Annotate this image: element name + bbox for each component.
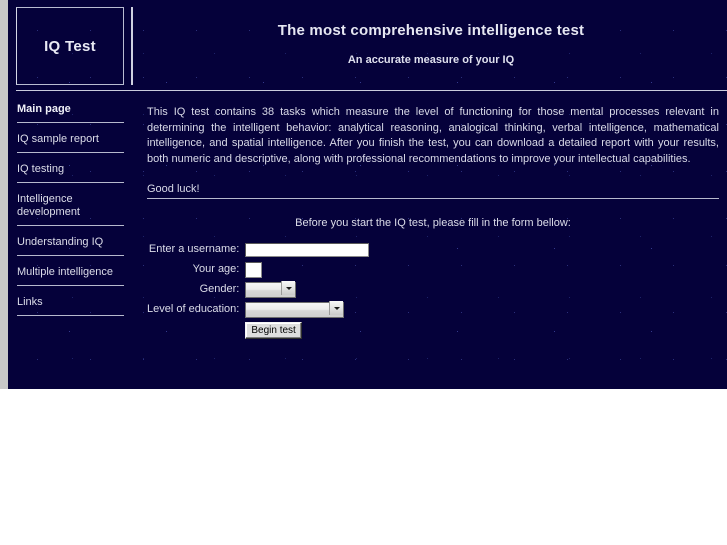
site-logo[interactable]: IQ Test [16,7,124,85]
submit-cell: Begin test [245,319,369,339]
form-row-age: Your age: [147,259,369,279]
sidebar-item-label: Intelligence development [17,193,80,218]
username-input[interactable] [245,243,370,257]
form-fields-table: Enter a username: Your age: Gender: Leve… [147,239,370,339]
sidebar-item-iq-sample-report[interactable]: IQ sample report [8,130,132,152]
page-subtitle: An accurate measure of your IQ [347,54,515,66]
gender-select-wrap [245,280,297,298]
sidebar-item-label: Multiple intelligence [17,266,113,278]
sidebar-divider [17,225,124,226]
sidebar-item-label: Main page [17,103,71,115]
gender-field-cell [245,279,369,299]
sidebar-item-multiple-intelligence[interactable]: Multiple intelligence [8,263,132,285]
main-content: This IQ test contains 38 tasks which mea… [147,105,719,198]
header-divider [131,7,133,85]
sidebar-item-label: IQ testing [17,163,65,175]
content-divider-rule [147,198,719,199]
form-row-education: Level of education: [147,299,369,319]
sidebar-item-label: Understanding IQ [17,236,104,248]
page-title: The most comprehensive intelligence test [277,22,585,39]
age-label: Your age: [192,263,240,275]
good-luck-text: Good luck! [147,183,200,195]
gender-select[interactable] [245,282,297,298]
sidebar-item-understanding-iq[interactable]: Understanding IQ [8,233,132,255]
form-row-submit: Begin test [147,319,369,339]
header-bottom-rule [16,90,727,91]
sidebar-item-intelligence-development[interactable]: Intelligence development [8,190,132,225]
sidebar-divider [17,122,124,123]
sidebar-divider [17,255,124,256]
sidebar-divider [17,182,124,183]
sidebar-nav: Main page IQ sample report IQ testing In… [8,100,132,323]
age-field-cell [245,259,369,279]
education-field-cell [245,299,369,319]
sidebar-divider [17,152,124,153]
username-field-cell [245,239,370,259]
site-header: IQ Test The most comprehensive intellige… [8,0,727,91]
age-input[interactable] [245,262,263,278]
page-root: IQ Test The most comprehensive intellige… [0,0,727,389]
gender-label: Gender: [199,283,240,295]
begin-test-button[interactable]: Begin test [245,321,302,339]
sidebar-item-main-page[interactable]: Main page [8,100,132,122]
form-prompt: Before you start the IQ test, please fil… [295,217,571,229]
username-label: Enter a username: [148,243,240,255]
education-select-wrap [245,300,345,318]
education-label: Level of education: [147,303,240,315]
intro-paragraph: This IQ test contains 38 tasks which mea… [147,106,719,165]
submit-spacer [147,319,245,339]
sidebar-item-label: IQ sample report [17,133,99,145]
signup-form: Before you start the IQ test, please fil… [147,210,719,339]
sidebar-item-links[interactable]: Links [8,293,132,315]
form-row-gender: Gender: [147,279,369,299]
sidebar-divider [17,315,124,316]
sidebar-divider [17,285,124,286]
site-logo-text: IQ Test [44,37,96,55]
education-select[interactable] [245,302,345,318]
sidebar-item-label: Links [17,296,43,308]
header-title-block: The most comprehensive intelligence test… [139,0,723,91]
sidebar-item-iq-testing[interactable]: IQ testing [8,160,132,182]
form-row-username: Enter a username: [147,239,370,259]
